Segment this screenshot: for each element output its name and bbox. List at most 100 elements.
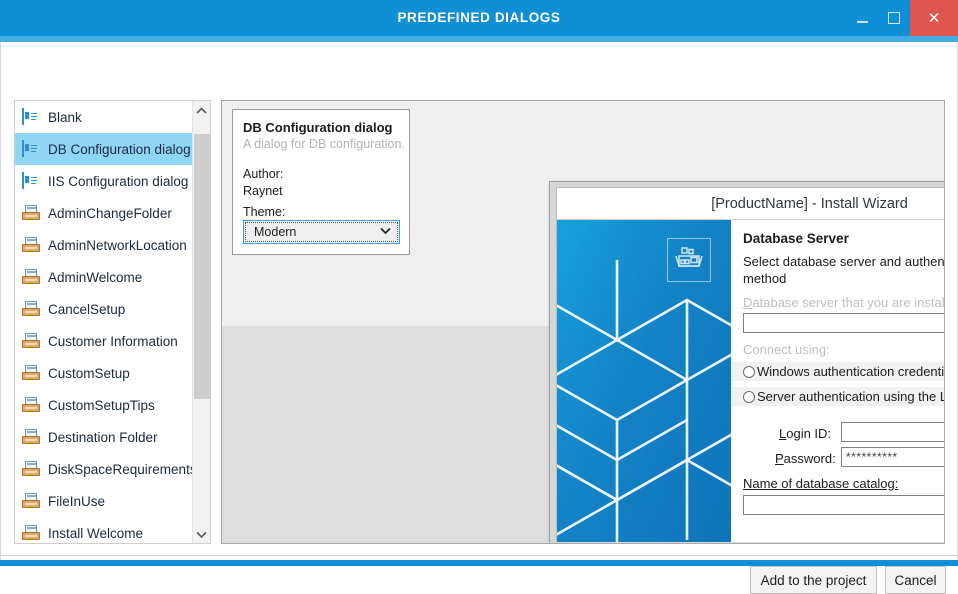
chevron-down-icon (196, 531, 207, 538)
close-icon: ✕ (928, 11, 941, 26)
setup-dialog-icon (22, 397, 40, 413)
radio-server-auth-indicator (743, 391, 755, 403)
setup-dialog-icon (22, 301, 40, 317)
list-item[interactable]: CustomSetup (15, 357, 194, 389)
list-item[interactable]: CancelSetup (15, 293, 194, 325)
pane-subtitle: Select database server and authenticatio… (743, 253, 945, 287)
window-icon (22, 109, 40, 125)
popup-theme-label: Theme: (243, 205, 285, 219)
chevron-up-icon (196, 107, 207, 114)
package-box-icon (667, 238, 711, 282)
list-item-label: Customer Information (48, 334, 178, 349)
radio-server-auth-label: Server authentication using the Login ID… (757, 389, 945, 404)
wizard-side-banner (557, 220, 731, 542)
install-wizard-preview: [ProductName] - Install Wizard ✕ (549, 181, 945, 544)
list-item-label: CustomSetupTips (48, 398, 155, 413)
dialog-list[interactable]: Blank DB Configuration dialog IIS Configur… (14, 100, 211, 544)
list-item-label: Destination Folder (48, 430, 158, 445)
password-accel: P (775, 451, 784, 466)
setup-dialog-icon (22, 269, 40, 285)
wizard-pane: Database Server Select database server a… (731, 220, 945, 542)
list-item-label: DiskSpaceRequirements (48, 462, 197, 477)
window-icon (22, 173, 40, 189)
wizard-title-bar: [ProductName] - Install Wizard ✕ (557, 188, 945, 220)
scroll-up-button[interactable] (193, 101, 210, 119)
minimize-icon (857, 21, 868, 23)
main-content: Blank DB Configuration dialog IIS Configur… (0, 42, 958, 566)
chevron-down-icon (380, 226, 391, 237)
dialog-list-items: Blank DB Configuration dialog IIS Configur… (15, 101, 194, 543)
list-item-label: IIS Configuration dialog (48, 174, 188, 189)
catalog-accel: N (743, 476, 752, 491)
list-item[interactable]: FileInUse (15, 485, 194, 517)
login-id-input[interactable] (841, 422, 945, 442)
focus-outline (245, 222, 398, 242)
setup-dialog-icon (22, 237, 40, 253)
popup-description: A dialog for DB configuration. (243, 137, 405, 151)
list-item[interactable]: Blank (15, 101, 194, 133)
login-id-label: Login ID: (779, 426, 831, 441)
list-item[interactable]: DB Configuration dialog (15, 133, 194, 165)
server-label-rest: atabase server that you are installing t… (752, 295, 945, 310)
list-item[interactable]: Destination Folder (15, 421, 194, 453)
server-label-accel: D (743, 295, 752, 310)
minimize-button[interactable] (846, 0, 878, 36)
popup-title: DB Configuration dialog (243, 120, 392, 135)
list-item[interactable]: CustomSetupTips (15, 389, 194, 421)
dialog-info-popup: DB Configuration dialog A dialog for DB … (232, 109, 410, 255)
add-to-project-button[interactable]: Add to the project (750, 566, 877, 594)
list-item[interactable]: Install Welcome (15, 517, 194, 544)
radio-windows-auth-label: Windows authentication credentials of cu… (757, 364, 945, 379)
footer-divider (1, 555, 958, 556)
list-item-label: DB Configuration dialog (48, 142, 191, 157)
radio-windows-auth[interactable]: Windows authentication credentials of cu… (731, 362, 945, 381)
close-button[interactable]: ✕ (910, 0, 958, 36)
window-title: PREDEFINED DIALOGS (0, 0, 958, 36)
wizard-title: [ProductName] - Install Wizard (557, 188, 945, 220)
list-item-label: Install Welcome (48, 526, 143, 541)
theme-select[interactable]: Modern (243, 220, 400, 244)
password-label: Password: (775, 451, 836, 466)
maximize-icon (888, 12, 900, 24)
list-item[interactable]: AdminChangeFolder (15, 197, 194, 229)
list-scrollbar[interactable] (192, 101, 210, 543)
list-item[interactable]: DiskSpaceRequirements (15, 453, 194, 485)
list-item[interactable]: AdminWelcome (15, 261, 194, 293)
list-item-label: AdminChangeFolder (48, 206, 172, 221)
setup-dialog-icon (22, 493, 40, 509)
window-controls: ✕ (846, 0, 958, 36)
list-item-label: AdminNetworkLocation (48, 238, 187, 253)
wizard-frame: [ProductName] - Install Wizard ✕ (556, 187, 945, 544)
pane-heading: Database Server (743, 231, 849, 246)
server-input[interactable] (743, 313, 945, 333)
list-item-label: AdminWelcome (48, 270, 142, 285)
connect-using-label: Connect using: (743, 342, 830, 357)
list-item[interactable]: AdminNetworkLocation (15, 229, 194, 261)
scroll-down-button[interactable] (193, 525, 210, 543)
radio-windows-auth-indicator (743, 366, 755, 378)
window-icon (22, 141, 40, 157)
wizard-body: Database Server Select database server a… (557, 220, 945, 544)
footer-cancel-button[interactable]: Cancel (885, 566, 946, 594)
application-window: PREDEFINED DIALOGS ✕ Blank DB Configurati… (0, 0, 958, 566)
list-item[interactable]: Customer Information (15, 325, 194, 357)
catalog-label: Name of database catalog: (743, 476, 898, 491)
setup-dialog-icon (22, 525, 40, 541)
scrollbar-thumb[interactable] (194, 134, 210, 399)
footer-cancel-label: Cancel (894, 573, 936, 588)
radio-server-auth[interactable]: Server authentication using the Login ID… (731, 387, 945, 406)
popup-author-label: Author: (243, 167, 283, 181)
password-input[interactable]: ********** (841, 447, 945, 467)
server-label: Database server that you are installing … (743, 295, 945, 310)
setup-dialog-icon (22, 461, 40, 477)
setup-dialog-icon (22, 333, 40, 349)
list-item-label: Blank (48, 110, 82, 125)
setup-dialog-icon (22, 429, 40, 445)
setup-dialog-icon (22, 205, 40, 221)
popup-author-value: Raynet (243, 184, 283, 198)
list-item[interactable]: IIS Configuration dialog (15, 165, 194, 197)
list-item-label: FileInUse (48, 494, 105, 509)
catalog-input[interactable] (743, 495, 945, 515)
wizard-footer: < Back Next > (557, 542, 945, 544)
maximize-button[interactable] (878, 0, 910, 36)
